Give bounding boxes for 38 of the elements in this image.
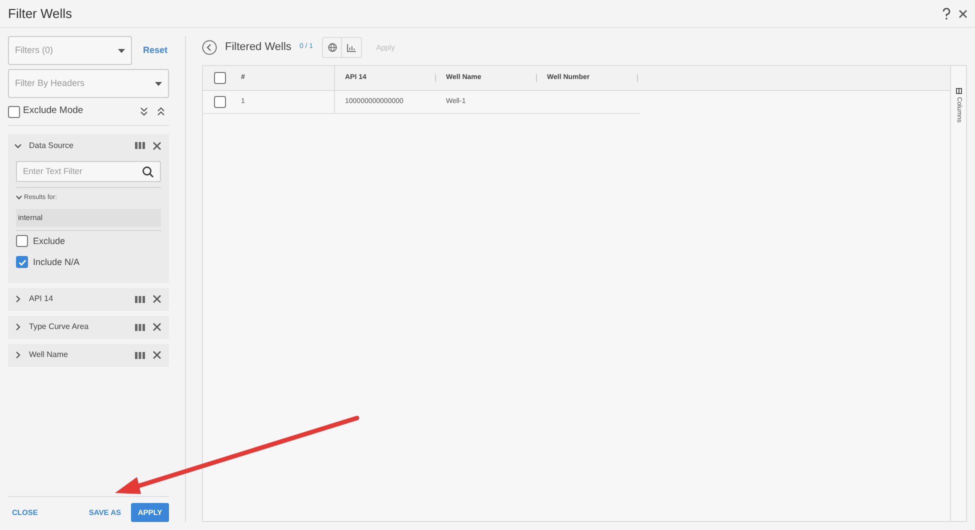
search-icon[interactable] (142, 166, 154, 178)
panel-title: Filtered Wells (225, 40, 292, 56)
option-label: Exclude (33, 234, 66, 248)
checkbox[interactable] (8, 106, 20, 118)
close-icon[interactable] (959, 10, 967, 18)
checkbox[interactable] (16, 256, 28, 268)
columns-icon (956, 88, 962, 94)
columns-icon[interactable] (135, 296, 145, 303)
checkbox[interactable] (214, 96, 226, 108)
chevron-right-icon[interactable] (14, 351, 22, 360)
columns-icon[interactable] (135, 352, 145, 359)
close-icon[interactable] (153, 323, 161, 332)
filter-group-title[interactable]: Type Curve Area (29, 321, 89, 334)
back-icon[interactable] (202, 40, 217, 55)
bar-chart-icon (347, 44, 356, 52)
chevron-down-icon[interactable] (14, 142, 22, 150)
columns-icon[interactable] (135, 142, 145, 149)
window-title: Filter Wells (8, 4, 72, 23)
exclude-mode-label: Exclude Mode (23, 104, 84, 118)
caret-icon (155, 82, 162, 86)
close-icon[interactable] (153, 295, 161, 304)
chevron-right-icon[interactable] (14, 295, 22, 304)
filter-group-title[interactable]: Well Name (29, 349, 68, 362)
caret-icon (118, 48, 125, 52)
expand-all-icon[interactable] (140, 107, 148, 116)
collapse-all-icon[interactable] (157, 107, 165, 116)
option-label: Include N/A (33, 256, 80, 268)
close-icon[interactable] (153, 351, 161, 360)
filter-group-title[interactable]: API 14 (29, 293, 54, 306)
chevron-down-icon[interactable] (16, 195, 22, 200)
columns-icon[interactable] (135, 324, 145, 331)
globe-icon (328, 43, 337, 52)
help-icon[interactable] (942, 8, 951, 20)
checkbox[interactable] (214, 72, 226, 84)
filter-group-title[interactable]: Data Source (29, 140, 74, 152)
close-icon[interactable] (153, 142, 161, 150)
chevron-right-icon[interactable] (14, 323, 22, 332)
checkbox[interactable] (16, 235, 28, 248)
